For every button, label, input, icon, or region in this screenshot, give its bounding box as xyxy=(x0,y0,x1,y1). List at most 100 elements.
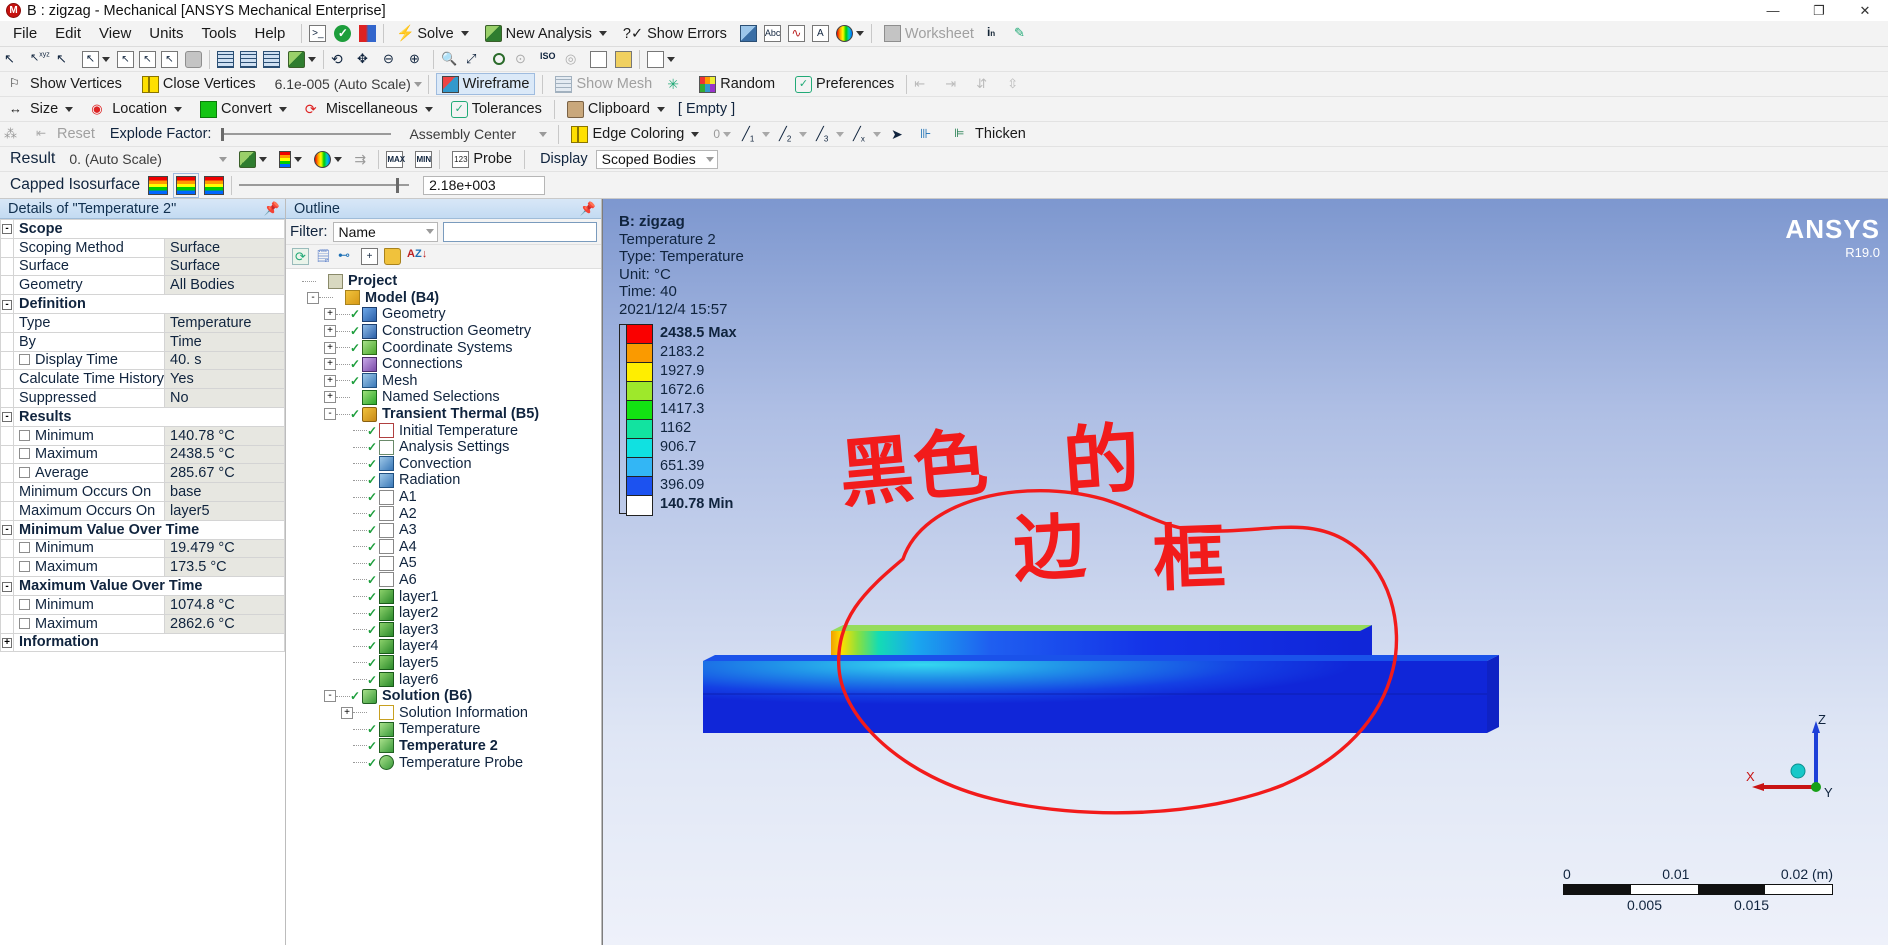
chevron-down-icon[interactable] xyxy=(219,156,228,162)
menu-units[interactable]: Units xyxy=(140,22,192,45)
isosurface-value-input[interactable]: 2.18e+003 xyxy=(423,175,546,195)
isosurface-capped-icon[interactable] xyxy=(173,172,200,198)
insert-point-icon[interactable] xyxy=(359,25,377,42)
chevron-down-icon[interactable] xyxy=(762,131,771,137)
details-value[interactable]: layer5 xyxy=(164,500,285,521)
probe-button[interactable]: 123 Probe xyxy=(447,148,517,170)
lasso-select-icon[interactable]: ↖ xyxy=(161,50,178,68)
tree-item-convection[interactable]: ✓ Convection xyxy=(290,456,601,473)
filter-type-select[interactable]: Name xyxy=(332,221,438,242)
tree-item-analysis-settings[interactable]: ✓ Analysis Settings xyxy=(290,439,601,456)
tree-twisty[interactable]: + xyxy=(341,706,353,719)
zoom-previous-icon[interactable]: ⊙ xyxy=(515,51,532,68)
reset-button[interactable]: ⇤ Reset xyxy=(31,123,100,145)
edge-coloring-button[interactable]: Edge Coloring xyxy=(566,123,704,145)
annotation-pref4-icon[interactable]: ⇳ xyxy=(1007,76,1024,93)
tree-item-initial-temperature[interactable]: ✓ Initial Temperature xyxy=(290,422,601,439)
chevron-down-icon[interactable] xyxy=(424,106,433,112)
magnifier-icon[interactable] xyxy=(493,53,505,65)
check-icon[interactable]: ✓ xyxy=(334,25,352,42)
tree-twisty[interactable]: - xyxy=(324,690,336,703)
pin-icon[interactable]: 📌 xyxy=(580,201,596,217)
tree-item-named-selections[interactable]: + Named Selections xyxy=(290,389,601,406)
details-row[interactable]: Minimum 19.479 °C xyxy=(0,538,285,559)
chevron-down-icon[interactable] xyxy=(334,156,343,162)
explode-icon[interactable]: ⁂ xyxy=(4,126,21,143)
details-row[interactable]: Maximum 173.5 °C xyxy=(0,557,285,578)
close-button[interactable]: ✕ xyxy=(1842,0,1888,21)
tree-item-layer6[interactable]: ✓ layer6 xyxy=(290,671,601,688)
show-errors-button[interactable]: ?✓ Show Errors xyxy=(618,23,732,45)
tree-item-layer4[interactable]: ✓ layer4 xyxy=(290,638,601,655)
details-row[interactable]: By Time xyxy=(0,331,285,352)
preferences-button[interactable]: ✓ Preferences xyxy=(790,73,899,95)
location-button[interactable]: ◉ Location xyxy=(86,98,187,120)
graphics-viewport[interactable]: B: zigzag Temperature 2 Type: Temperatur… xyxy=(602,199,1888,945)
result-scale-select[interactable]: 0. (Auto Scale) xyxy=(63,150,231,169)
tolerances-button[interactable]: ✓ Tolerances xyxy=(446,98,547,120)
details-expander[interactable]: + xyxy=(0,632,14,653)
tree-item-temperature-probe[interactable]: ✓ Temperature Probe xyxy=(290,754,601,771)
annotation-pref3-icon[interactable]: ⇵ xyxy=(976,76,993,93)
details-row[interactable]: Maximum Occurs On layer5 xyxy=(0,500,285,521)
details-value[interactable]: Surface xyxy=(164,256,285,277)
details-checkbox[interactable] xyxy=(19,542,30,554)
new-comment-icon[interactable]: Abc xyxy=(763,25,781,42)
menu-help[interactable]: Help xyxy=(246,22,295,45)
details-group-row[interactable]: - Minimum Value Over Time xyxy=(0,519,285,540)
refresh-icon[interactable]: ⟳ xyxy=(292,248,309,265)
details-value[interactable]: 140.78 °C xyxy=(164,425,285,446)
edge-mesh-icon[interactable]: ⊪ xyxy=(920,126,937,143)
edge-direction-icon[interactable]: ➤ xyxy=(891,126,908,143)
maximize-button[interactable]: ❐ xyxy=(1796,0,1842,21)
tree-item-radiation[interactable]: ✓ Radiation xyxy=(290,472,601,489)
chevron-down-icon[interactable] xyxy=(667,56,675,62)
ruler-icon[interactable] xyxy=(615,50,632,68)
wand-icon[interactable]: ✎ xyxy=(1014,25,1031,42)
annotation-pref1-icon[interactable]: ⇤ xyxy=(914,76,931,93)
worksheet-button[interactable]: Worksheet xyxy=(879,23,979,45)
edges-display-icon[interactable] xyxy=(314,150,332,168)
slider-thumb[interactable] xyxy=(221,127,225,141)
edge-thickness-1-icon[interactable]: ╱1 xyxy=(742,126,759,144)
tree-item-mesh[interactable]: + ✓ Mesh xyxy=(290,373,601,390)
tree-item-a4[interactable]: ✓ A4 xyxy=(290,539,601,556)
select-edge-icon[interactable]: ↖xyz xyxy=(30,51,50,68)
details-value[interactable]: 285.67 °C xyxy=(164,463,285,484)
details-value[interactable]: 2862.6 °C xyxy=(164,613,285,634)
details-checkbox[interactable] xyxy=(19,617,30,629)
details-row[interactable]: Geometry All Bodies xyxy=(0,275,285,296)
clipboard-button[interactable]: Clipboard xyxy=(562,98,670,120)
zoom-icon[interactable]: ⊖ xyxy=(383,51,400,68)
annotation-pref2-icon[interactable]: ⇥ xyxy=(945,76,962,93)
details-value[interactable]: 1074.8 °C xyxy=(164,594,285,615)
tree-item-a3[interactable]: ✓ A3 xyxy=(290,522,601,539)
details-row[interactable]: Surface Surface xyxy=(0,256,285,277)
chevron-down-icon[interactable] xyxy=(425,229,434,234)
axis-triad[interactable]: Z X Y xyxy=(1746,712,1836,805)
thicken-button[interactable]: ⊫ Thicken xyxy=(949,123,1031,145)
chevron-down-icon[interactable] xyxy=(691,131,700,137)
tree-item-model-b4[interactable]: - Model (B4) xyxy=(290,290,601,307)
details-row[interactable]: Maximum 2862.6 °C xyxy=(0,613,285,634)
edge-thickness-2-icon[interactable]: ╱2 xyxy=(779,126,796,144)
chevron-down-icon[interactable] xyxy=(294,156,303,162)
single-select-icon[interactable]: ↖ xyxy=(117,50,134,68)
units-info-icon[interactable]: in xyxy=(987,25,1004,42)
extend-selection-icon[interactable] xyxy=(185,50,202,68)
details-row[interactable]: Average 285.67 °C xyxy=(0,463,285,484)
chevron-down-icon[interactable] xyxy=(598,31,607,36)
show-mesh-button[interactable]: Show Mesh xyxy=(550,73,657,95)
details-checkbox[interactable] xyxy=(19,598,30,610)
details-group-row[interactable]: + Information xyxy=(0,632,285,653)
details-checkbox[interactable] xyxy=(19,448,30,460)
select-body-icon[interactable]: ↖ xyxy=(82,50,99,68)
tree-twisty[interactable]: + xyxy=(324,325,336,338)
tree-item-connections[interactable]: + ✓ Connections xyxy=(290,356,601,373)
viewports-icon[interactable] xyxy=(590,50,607,68)
filter-search-input[interactable] xyxy=(442,221,597,242)
chevron-down-icon[interactable] xyxy=(723,131,732,137)
details-row[interactable]: Minimum 1074.8 °C xyxy=(0,594,285,615)
chevron-down-icon[interactable] xyxy=(174,106,183,112)
tree-item-temperature[interactable]: ✓ Temperature xyxy=(290,721,601,738)
